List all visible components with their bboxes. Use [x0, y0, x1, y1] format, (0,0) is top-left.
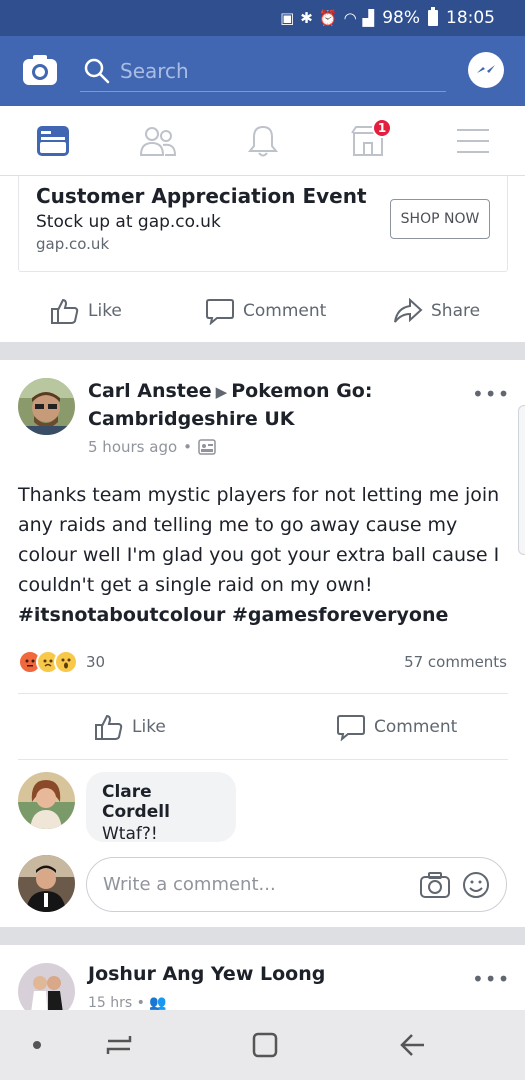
post-text: Thanks team mystic players for not letti… [18, 484, 500, 596]
back-icon[interactable] [388, 1024, 438, 1066]
dot-icon[interactable] [12, 1024, 62, 1066]
tab-friends[interactable] [105, 106, 210, 176]
share-label: Share [431, 301, 481, 321]
news-feed-icon [36, 126, 69, 156]
menu-icon [456, 129, 489, 153]
feed-post: Carl Anstee ▶ Pokemon Go: Cambridgeshire U… [0, 360, 525, 927]
post-meta: 15 hrs • 👥 [88, 995, 167, 1011]
thumbs-up-icon [95, 714, 123, 740]
notification-icon: ▣ [280, 9, 295, 27]
battery-percent: 98% [382, 8, 420, 28]
wifi-icon: ◠ [343, 9, 357, 27]
app-header [0, 36, 525, 106]
divider [18, 693, 508, 694]
search-bar[interactable] [80, 50, 446, 92]
home-icon[interactable] [240, 1024, 290, 1066]
comment-icon [206, 299, 234, 325]
author-photo [18, 378, 75, 435]
wow-reaction-icon [54, 650, 78, 674]
group-audience-icon [198, 439, 216, 455]
post-time[interactable]: 15 hrs [88, 995, 132, 1011]
feed-post: Joshur Ang Yew Loong 15 hrs • 👥 ••• [0, 945, 525, 1020]
post-author-name[interactable]: Joshur Ang Yew Loong [88, 963, 325, 985]
comment-label: Comment [243, 301, 327, 321]
like-label: Like [88, 301, 122, 321]
sponsored-post: Customer Appreciation Event Stock up at … [0, 176, 525, 342]
tab-menu[interactable] [420, 106, 525, 176]
share-icon [394, 297, 423, 323]
bell-icon [247, 125, 278, 157]
post-like-button[interactable]: Like [94, 713, 166, 741]
comment-author[interactable]: Clare Cordell [102, 782, 220, 822]
author-avatar[interactable] [18, 378, 75, 435]
arrow-right-icon: ▶ [215, 383, 228, 401]
signal-icon: ▟ [362, 9, 375, 27]
commenter-photo [18, 772, 75, 829]
friends-audience-icon: 👥 [149, 995, 167, 1011]
comment-text: Wtaf?! [102, 824, 158, 844]
comment-button[interactable]: Comment [205, 297, 326, 325]
marketplace-badge: 1 [372, 118, 392, 138]
post-options-icon[interactable]: ••• [472, 967, 510, 991]
tab-marketplace[interactable] [315, 106, 420, 176]
post-body: Thanks team mystic players for not letti… [18, 480, 508, 630]
bluetooth-icon: ✱ [300, 9, 313, 27]
camera-icon[interactable] [419, 871, 451, 899]
ad-link-preview[interactable]: Customer Appreciation Event Stock up at … [18, 176, 508, 272]
post-meta: 5 hours ago • [88, 438, 216, 456]
emoji-icon[interactable] [461, 870, 491, 900]
post-like-label: Like [132, 717, 166, 737]
thumbs-up-icon [51, 298, 79, 324]
divider [18, 759, 508, 760]
system-nav-bar [0, 1010, 525, 1080]
reaction-count: 30 [86, 653, 106, 671]
comment-input[interactable] [103, 874, 403, 895]
comment-icon [337, 715, 365, 741]
post-comment-button[interactable]: Comment [336, 713, 457, 741]
ad-title: Customer Appreciation Event [36, 184, 367, 208]
camera-button[interactable] [22, 54, 58, 86]
ad-domain: gap.co.uk [36, 235, 110, 253]
comment-composer[interactable] [86, 857, 507, 912]
comment-bubble[interactable]: Clare Cordell Wtaf?! [86, 772, 236, 844]
post-comment-label: Comment [374, 717, 458, 737]
status-bar: ▣ ✱ ⏰ ◠ ▟ 98% 18:05 [0, 0, 525, 36]
messenger-button[interactable] [468, 52, 504, 88]
commenter-avatar[interactable] [18, 772, 75, 829]
separator-dot: • [136, 995, 150, 1011]
post-author-line: Carl Anstee ▶ Pokemon Go: Cambridgeshire U… [88, 378, 468, 433]
messenger-icon [477, 65, 495, 73]
camera-icon [23, 55, 57, 85]
shop-now-button[interactable]: SHOP NOW [390, 199, 490, 239]
clock: 18:05 [446, 8, 495, 28]
search-icon [84, 58, 110, 83]
author-name[interactable]: Carl Anstee [88, 380, 212, 402]
search-input[interactable] [120, 58, 420, 83]
tab-news-feed[interactable] [0, 106, 105, 176]
post-hashtags[interactable]: #itsnotaboutcolour #gamesforeveryone [18, 604, 448, 626]
comments-count[interactable]: 57 comments [404, 653, 507, 671]
ad-subtitle: Stock up at gap.co.uk [36, 212, 221, 232]
scrollbar[interactable] [518, 405, 525, 555]
nav-tabs [0, 106, 525, 176]
recent-apps-icon[interactable] [94, 1024, 144, 1066]
alarm-icon: ⏰ [318, 9, 338, 27]
like-button[interactable]: Like [50, 297, 122, 325]
status-icons: ▣ ✱ ⏰ ◠ ▟ [280, 9, 374, 27]
tab-notifications[interactable] [210, 106, 315, 176]
current-user-avatar[interactable] [18, 855, 75, 912]
share-button[interactable]: Share [393, 297, 480, 325]
battery-icon [428, 7, 438, 26]
post-time[interactable]: 5 hours ago [88, 438, 177, 456]
current-user-photo [18, 855, 75, 912]
separator-dot: • [183, 438, 193, 456]
post-options-icon[interactable]: ••• [472, 382, 510, 406]
friends-icon [139, 127, 176, 156]
reactions-summary[interactable]: 30 [18, 650, 105, 674]
